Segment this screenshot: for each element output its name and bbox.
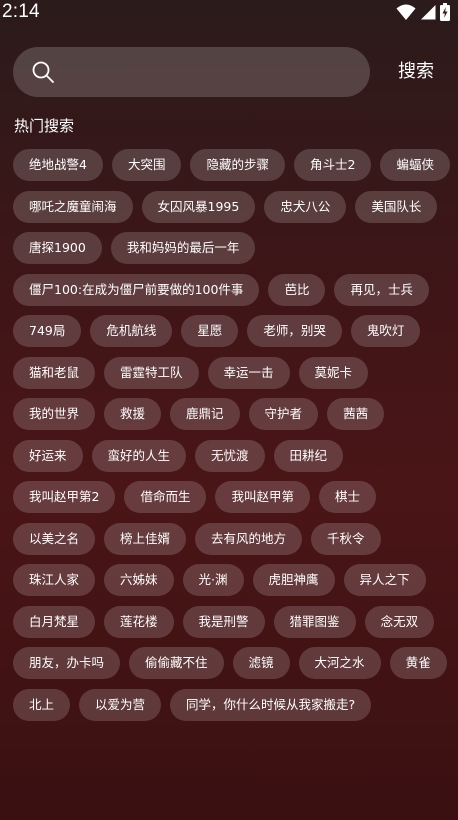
hot-search-tag[interactable]: 珠江人家 <box>13 564 96 596</box>
hot-search-tag[interactable]: 749局 <box>13 315 82 347</box>
hot-search-tag[interactable]: 同学，你什么时候从我家搬走? <box>170 688 372 721</box>
hot-search-tag[interactable]: 偷偷藏不住 <box>129 647 224 679</box>
hot-search-tag[interactable]: 虎胆神鹰 <box>252 564 335 596</box>
cellular-signal-icon <box>421 5 436 20</box>
hot-search-tag[interactable]: 黄雀 <box>389 647 447 679</box>
wifi-icon <box>396 4 416 20</box>
search-row: 搜索 <box>13 47 445 97</box>
hot-search-tags: 绝地战警4 大突围 隐藏的步骤 角斗士2 蝙蝠侠哪吒之魔童闹海 女囚风暴1995 忠犬八公美… <box>13 149 453 721</box>
hot-search-tag[interactable]: 以美之名 <box>13 522 96 555</box>
hot-search-tag[interactable]: 大突围 <box>111 149 182 181</box>
hot-search-tag[interactable]: 白月梵星 <box>13 605 96 638</box>
hot-search-tag[interactable]: 六姊妹 <box>104 564 174 596</box>
hot-search-tag[interactable]: 我叫赵甲第 <box>215 481 310 513</box>
hot-search-tag[interactable]: 猎罪图鉴 <box>273 605 356 638</box>
hot-search-tag[interactable]: 念无双 <box>364 605 435 638</box>
hot-search-tag[interactable]: 去有风的地方 <box>195 522 303 555</box>
hot-search-tag[interactable]: 幸运一击 <box>207 356 290 389</box>
hot-search-title: 热门搜索 <box>14 117 75 135</box>
hot-search-tag[interactable]: 榜上佳婿 <box>104 522 187 555</box>
hot-search-tag[interactable]: 好运来 <box>13 439 83 472</box>
status-bar: 2:14 <box>0 0 458 28</box>
hot-search-tag[interactable]: 再见，士兵 <box>334 273 429 306</box>
status-icons <box>396 3 450 21</box>
hot-search-tag[interactable]: 僵尸100:在成为僵尸前要做的100件事 <box>13 273 260 306</box>
hot-search-tag[interactable]: 以爱为营 <box>79 688 162 721</box>
search-button[interactable]: 搜索 <box>391 47 441 97</box>
hot-search-tag[interactable]: 女囚风暴1995 <box>141 190 256 223</box>
battery-charging-icon <box>440 3 450 21</box>
hot-search-tag[interactable]: 异人之下 <box>343 564 426 596</box>
hot-search-tag[interactable]: 星愿 <box>181 315 239 347</box>
status-time: 2:14 <box>2 1 40 22</box>
hot-search-tag[interactable]: 隐藏的步骤 <box>190 149 285 181</box>
hot-search-tag[interactable]: 哪吒之魔童闹海 <box>13 190 133 223</box>
search-box[interactable] <box>13 47 370 97</box>
hot-search-tag[interactable]: 我和妈妈的最后一年 <box>110 232 256 264</box>
hot-search-tag[interactable]: 芭比 <box>268 273 326 306</box>
hot-search-tag[interactable]: 鹿鼎记 <box>170 398 240 430</box>
hot-search-tag[interactable]: 我叫赵甲第2 <box>13 481 116 513</box>
hot-search-tag[interactable]: 棋士 <box>318 481 376 513</box>
hot-search-tag[interactable]: 鬼吹灯 <box>350 315 421 347</box>
hot-search-tag[interactable]: 借命而生 <box>124 481 207 513</box>
search-icon <box>32 61 54 83</box>
hot-search-tag[interactable]: 千秋令 <box>311 522 381 555</box>
hot-search-tag[interactable]: 危机航线 <box>90 315 173 347</box>
hot-search-tag[interactable]: 猫和老鼠 <box>13 356 96 389</box>
hot-search-tag[interactable]: 我的世界 <box>13 398 96 430</box>
hot-search-tag[interactable]: 田耕纪 <box>273 439 344 472</box>
hot-search-tag[interactable]: 朋友，办卡吗 <box>13 647 121 679</box>
hot-search-tag[interactable]: 我是刑警 <box>182 605 265 638</box>
hot-search-tag[interactable]: 角斗士2 <box>293 149 372 181</box>
hot-search-tag[interactable]: 茜茜 <box>327 398 385 430</box>
hot-search-tag[interactable]: 唐探1900 <box>13 232 102 264</box>
hot-search-tag[interactable]: 滤镜 <box>232 647 290 679</box>
hot-search-tag[interactable]: 老师，别哭 <box>247 315 342 347</box>
hot-search-tag[interactable]: 雷霆特工队 <box>104 356 199 389</box>
hot-search-tag[interactable]: 美国队长 <box>355 190 438 223</box>
hot-search-tag[interactable]: 救援 <box>104 398 162 430</box>
hot-search-tag[interactable]: 蛮好的人生 <box>91 439 187 472</box>
hot-search-tag[interactable]: 忠犬八公 <box>264 190 347 223</box>
search-input[interactable] <box>65 56 359 90</box>
hot-search-tag[interactable]: 北上 <box>13 688 71 721</box>
hot-search-tag[interactable]: 绝地战警4 <box>13 149 103 181</box>
hot-search-tag[interactable]: 莫妮卡 <box>298 356 369 389</box>
hot-search-tag[interactable]: 莲花楼 <box>104 605 174 638</box>
hot-search-tag[interactable]: 无忧渡 <box>195 439 265 472</box>
hot-search-tag[interactable]: 光·渊 <box>182 564 244 596</box>
hot-search-tag[interactable]: 蝙蝠侠 <box>380 149 450 181</box>
hot-search-tag[interactable]: 大河之水 <box>298 647 381 679</box>
hot-search-tag[interactable]: 守护者 <box>248 398 319 430</box>
